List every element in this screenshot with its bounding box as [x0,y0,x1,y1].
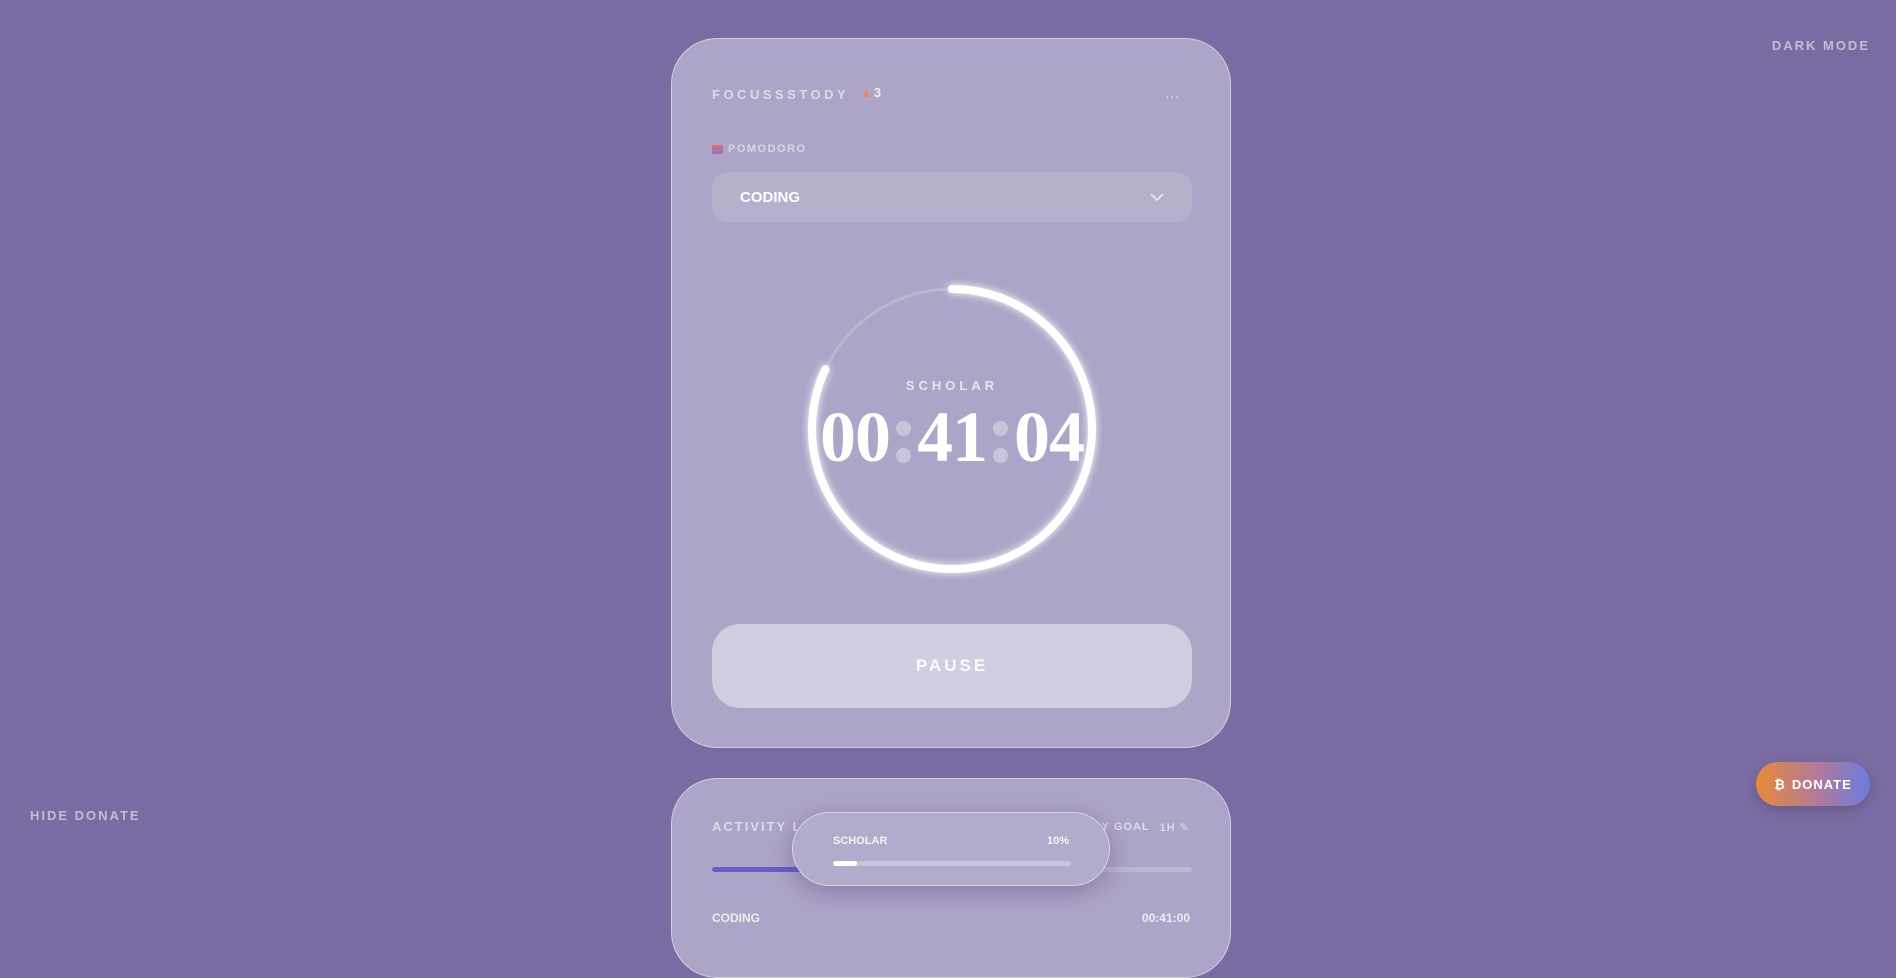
task-select-value: CODING [740,188,800,206]
colon-separator [896,421,911,463]
bitcoin-icon: ₿ [1774,776,1786,792]
daily-goal-value: 1H [1159,822,1176,834]
flame-icon: ▲ [860,85,872,100]
dark-mode-toggle[interactable]: DARK MODE [1772,38,1870,53]
countdown-display: 00 41 04 [792,401,1112,473]
level-progress-bar [833,861,1071,866]
activity-log-entry: CODING 00:41:00 [712,911,1190,925]
daily-goal-label: Y GOAL [1101,821,1150,833]
log-entry-task: CODING [712,911,760,925]
level-percent: 10% [1046,835,1069,847]
tomato-icon [712,144,723,154]
task-select[interactable]: CODING [712,172,1192,222]
pencil-icon: ✎ [1179,822,1190,834]
timer-dial: SCHOLAR 00 41 04 [802,279,1102,579]
daily-goal: Y GOAL 1H ✎ [1102,821,1190,834]
log-entry-duration: 00:41:00 [1141,911,1190,925]
mode-label-text: POMODORO [728,143,807,155]
rank-label: SCHOLAR [905,378,999,393]
streak-badge: ▲ 3 [860,85,881,100]
level-progress-fill [833,861,857,866]
level-rank: SCHOLAR [833,835,888,847]
donate-button[interactable]: ₿ DONATE [1756,762,1870,806]
chevron-down-icon [1150,192,1164,201]
level-progress-popup: SCHOLAR 10% [792,812,1110,886]
more-menu-button[interactable]: ... [1165,85,1180,101]
colon-separator [993,421,1008,463]
donate-button-label: DONATE [1791,776,1852,792]
hours-value: 00 [820,397,891,477]
timer-card: FOCUSSSTODY ▲ 3 ... POMODORO CODING SCHO… [671,38,1231,748]
seconds-value: 04 [1014,397,1085,477]
minutes-value: 41 [917,397,988,477]
daily-goal-edit[interactable]: 1H ✎ [1160,821,1190,834]
brand-name: FOCUSSSTODY [712,87,850,102]
pause-button[interactable]: PAUSE [712,624,1192,708]
streak-count: 3 [873,85,882,100]
mode-label: POMODORO [712,143,807,155]
hide-donate-link[interactable]: HIDE DONATE [30,808,141,823]
